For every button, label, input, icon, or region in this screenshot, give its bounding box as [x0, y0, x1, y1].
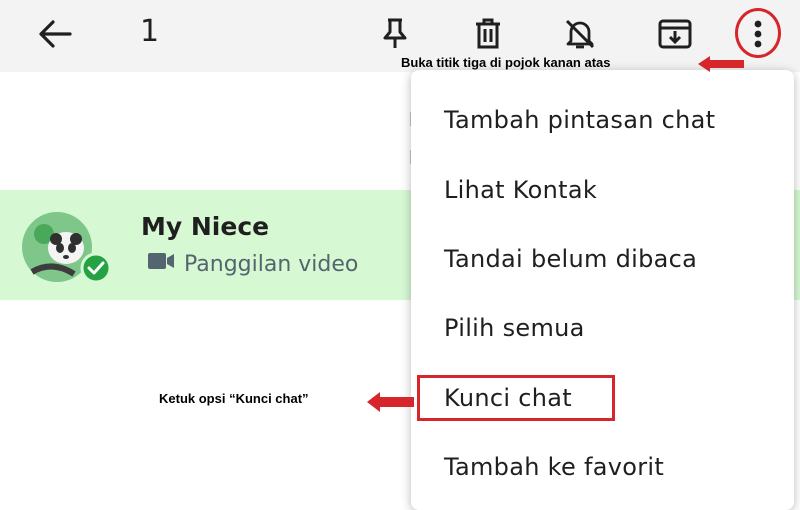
video-camera-icon — [147, 251, 175, 277]
kunci-chat-highlight-box — [417, 375, 615, 421]
annotation-arrow-left-icon — [367, 392, 414, 412]
chat-subtitle: Panggilan video — [147, 251, 358, 277]
pin-icon[interactable] — [373, 12, 417, 56]
annotation-top: Buka titik tiga di pojok kanan atas — [401, 55, 611, 70]
avatar[interactable] — [22, 212, 118, 284]
mute-bell-icon[interactable] — [558, 12, 602, 56]
menu-item-tambah-pintasan-chat[interactable]: Tambah pintasan chat — [444, 106, 715, 134]
selected-count: 1 — [140, 14, 160, 49]
menu-item-lihat-kontak[interactable]: Lihat Kontak — [444, 176, 597, 204]
annotation-left: Ketuk opsi “Kunci chat” — [159, 391, 309, 406]
overflow-menu: Tambah pintasan chat Lihat Kontak Tandai… — [411, 70, 794, 510]
back-arrow-icon[interactable] — [33, 12, 77, 56]
menu-item-tandai-belum-dibaca[interactable]: Tandai belum dibaca — [444, 245, 697, 273]
trash-icon[interactable] — [466, 12, 510, 56]
menu-item-pilih-semua[interactable]: Pilih semua — [444, 314, 585, 342]
more-menu-highlight-circle — [735, 8, 781, 58]
menu-item-tambah-ke-favorit[interactable]: Tambah ke favorit — [444, 453, 664, 481]
chat-subtitle-text: Panggilan video — [184, 251, 359, 277]
chat-name: My Niece — [141, 212, 270, 241]
annotation-arrow-top-icon — [698, 56, 744, 72]
archive-icon[interactable] — [653, 12, 697, 56]
